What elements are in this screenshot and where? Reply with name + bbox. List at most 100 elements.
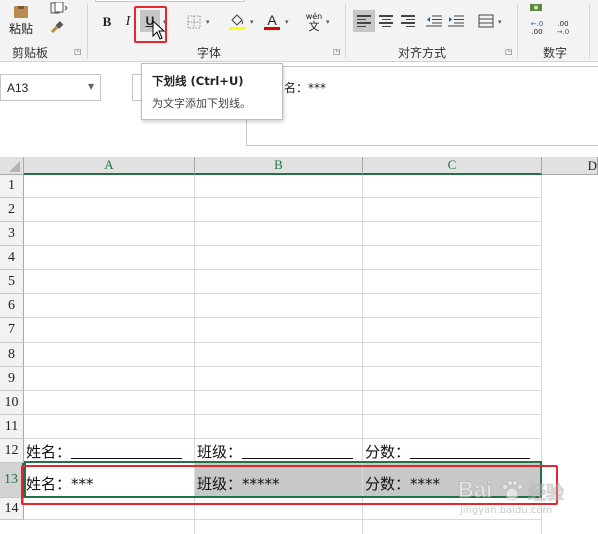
baidu-watermark: Bai 经验 jingyan.baidu.com: [452, 475, 592, 525]
row-header-13[interactable]: 13: [0, 463, 24, 498]
align-right-icon: [401, 15, 415, 27]
clipboard-launcher-icon[interactable]: ◳: [74, 47, 82, 56]
row-header-9[interactable]: 9: [0, 367, 24, 391]
score-label: 分数：: [365, 443, 411, 461]
column-header-a[interactable]: A: [24, 157, 195, 175]
increase-indent-icon: [448, 15, 464, 27]
decrease-indent-icon: [426, 15, 442, 27]
group-separator: [517, 4, 518, 58]
accounting-format-button[interactable]: [526, 0, 548, 14]
font-launcher-icon[interactable]: ◳: [333, 47, 341, 56]
worksheet: A B C D 1 2 3 4 5 6 7 8 9 10 11 12 13 14 姓名： 班级： 分数： …: [0, 157, 598, 534]
column-header-c[interactable]: C: [363, 157, 542, 175]
merge-center-button[interactable]: [476, 10, 496, 32]
fill-color-dropdown-icon[interactable]: ▾: [250, 18, 254, 26]
tooltip-title: 下划线 (Ctrl+U): [152, 74, 244, 88]
font-color-swatch: [264, 26, 280, 30]
clipboard-group-label: 剪贴板: [12, 46, 49, 60]
watermark-url: jingyan.baidu.com: [460, 505, 553, 516]
row-header-10[interactable]: 10: [0, 391, 24, 415]
gridline: [24, 269, 541, 270]
bold-button[interactable]: B: [98, 12, 116, 32]
copy-button[interactable]: [46, 0, 72, 16]
tooltip-description: 为文字添加下划线。: [152, 97, 251, 110]
gridline: [24, 414, 541, 415]
decrease-indent-button[interactable]: [424, 10, 444, 32]
copy-icon: [50, 2, 68, 14]
watermark-brand-2: 经验: [528, 483, 565, 505]
borders-dropdown-icon[interactable]: ▾: [206, 18, 210, 26]
increase-indent-button[interactable]: [446, 10, 466, 32]
increase-decimal-icon-2: .00: [531, 28, 543, 36]
alignment-group-label: 对齐方式: [398, 46, 447, 60]
row-header-4[interactable]: 4: [0, 246, 24, 270]
decrease-decimal-icon: .00: [557, 20, 569, 28]
name-label: 姓名：: [26, 443, 72, 461]
ribbon: 粘贴 剪贴板 ◳ B I U ▾ ▾ ▾ A ▾ wén 文 ▾ 字体 ◳ ▾ …: [0, 0, 598, 62]
row-header-6[interactable]: 6: [0, 294, 24, 318]
phonetic-guide-button[interactable]: wén 文: [303, 10, 325, 34]
group-separator: [589, 4, 590, 58]
formula-input[interactable]: [246, 66, 598, 146]
paste-button[interactable]: 粘贴: [2, 2, 40, 40]
gridline: [24, 197, 541, 198]
font-name-box-edge[interactable]: [95, 0, 245, 2]
group-separator: [87, 4, 88, 58]
font-color-button[interactable]: A: [262, 10, 282, 32]
decrease-decimal-icon-2: →.0: [556, 28, 570, 36]
alignment-launcher-icon[interactable]: ◳: [505, 47, 513, 56]
gridline: [24, 221, 541, 222]
name-box-dropdown-icon[interactable]: ▼: [88, 82, 94, 91]
clipboard-icon: [14, 5, 28, 18]
gridline: [24, 293, 541, 294]
row-header-7[interactable]: 7: [0, 318, 24, 343]
align-left-button[interactable]: [353, 10, 375, 32]
gridline: [24, 342, 541, 343]
select-all-triangle-icon: [9, 161, 20, 172]
row-header-11[interactable]: 11: [0, 415, 24, 439]
borders-button[interactable]: [184, 12, 204, 32]
class-underline: [242, 444, 354, 459]
format-painter-button[interactable]: [46, 18, 68, 36]
accounting-icon: [530, 4, 542, 11]
mouse-cursor-icon: [152, 20, 166, 40]
row-header-3[interactable]: 3: [0, 222, 24, 246]
align-left-icon: [357, 15, 371, 27]
align-right-button[interactable]: [398, 10, 418, 32]
name-box[interactable]: A13: [0, 74, 101, 101]
merge-cells-icon: [478, 14, 494, 28]
gridline: [24, 366, 541, 367]
row-header-1[interactable]: 1: [0, 175, 24, 198]
gridline: [24, 390, 541, 391]
merge-dropdown-icon[interactable]: ▾: [498, 18, 502, 26]
phonetic-dropdown-icon[interactable]: ▾: [326, 18, 330, 26]
font-group-label: 字体: [197, 46, 222, 60]
row-header-12[interactable]: 12: [0, 439, 24, 463]
font-color-dropdown-icon[interactable]: ▾: [285, 18, 289, 26]
paste-label: 粘贴: [8, 21, 33, 36]
column-header-b[interactable]: B: [195, 157, 363, 175]
align-center-button[interactable]: [376, 10, 396, 32]
row-header-2[interactable]: 2: [0, 198, 24, 222]
select-all-corner[interactable]: [0, 157, 24, 175]
phonetic-char: 文: [308, 20, 320, 33]
border-icon: [187, 15, 201, 29]
paint-bucket-icon: [231, 13, 243, 26]
italic-button[interactable]: I: [120, 12, 136, 32]
gridline: [24, 245, 541, 246]
cell-a12[interactable]: 姓名：: [24, 440, 194, 463]
decrease-decimal-button[interactable]: .00 →.0: [552, 18, 574, 38]
underline-tooltip: 下划线 (Ctrl+U) 为文字添加下划线。: [141, 63, 283, 120]
row-header-14[interactable]: 14: [0, 498, 24, 520]
cell-b12[interactable]: 班级：: [195, 440, 362, 463]
fill-color-button[interactable]: [226, 10, 248, 32]
group-separator: [345, 4, 346, 58]
row-header-8[interactable]: 8: [0, 343, 24, 367]
row-header-5[interactable]: 5: [0, 270, 24, 294]
cell-c12[interactable]: 分数：: [363, 440, 541, 463]
brush-icon: [50, 21, 64, 34]
number-group-label: 数字: [543, 46, 568, 60]
column-header-d[interactable]: D: [542, 157, 598, 175]
increase-decimal-button[interactable]: ←.0 .00: [526, 18, 548, 38]
fill-color-swatch: [229, 26, 245, 30]
